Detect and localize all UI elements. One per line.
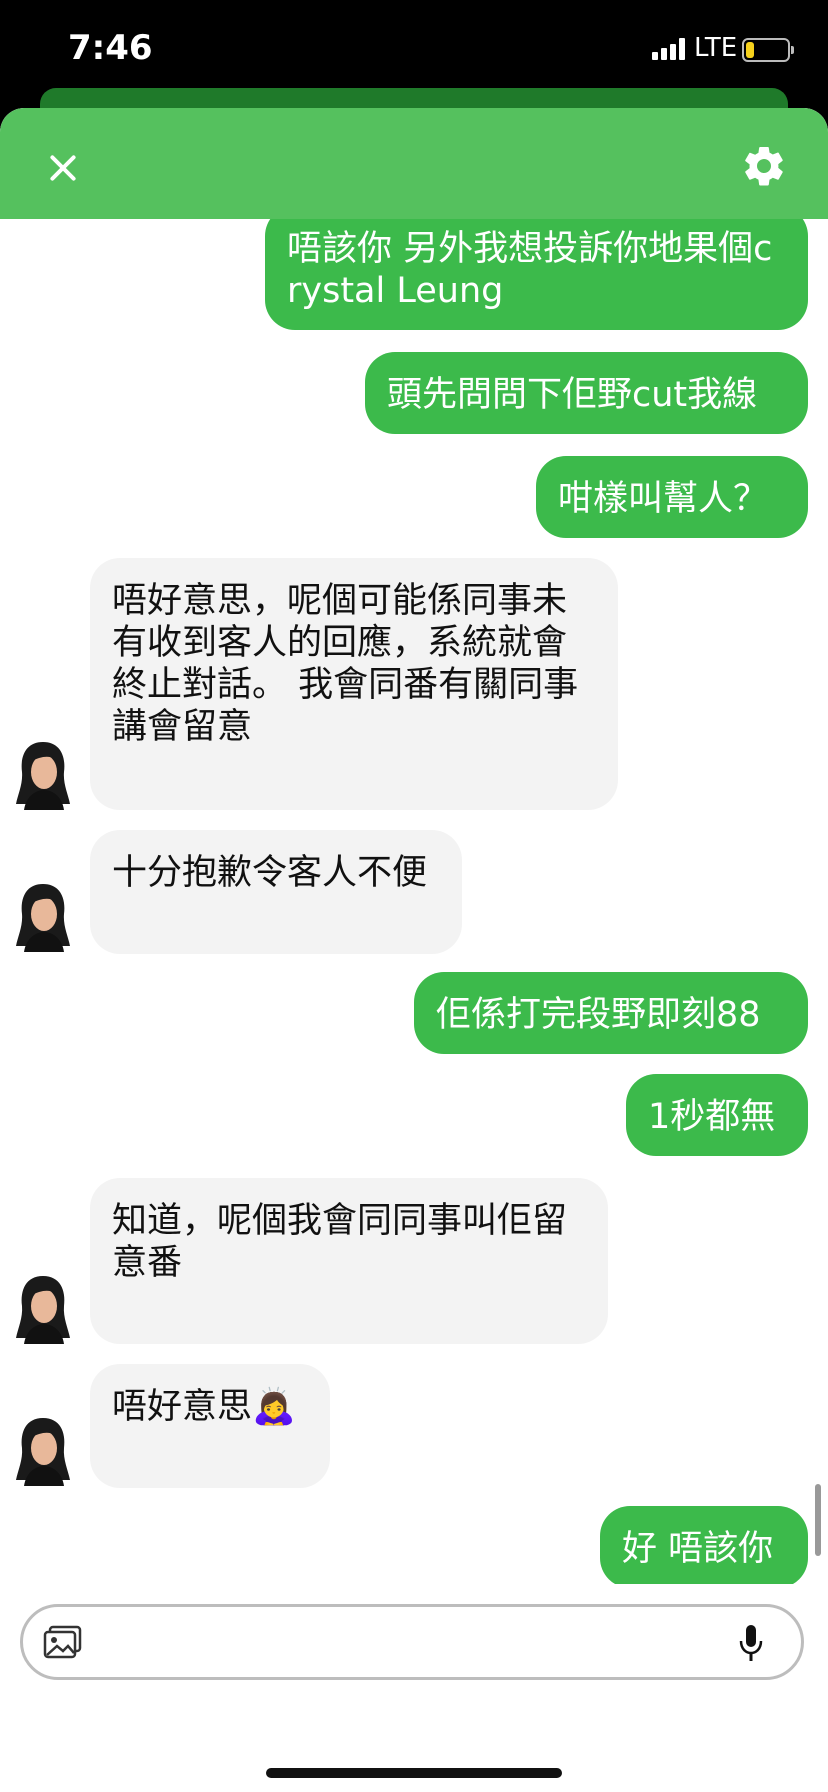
message-bubble-outgoing: 頭先問問下佢野cut我線 xyxy=(365,352,808,434)
signal-icon xyxy=(652,38,688,60)
close-icon[interactable] xyxy=(40,144,88,192)
photo-icon[interactable] xyxy=(43,1625,83,1659)
agent-avatar xyxy=(16,884,70,952)
message-composer[interactable] xyxy=(20,1604,804,1680)
message-input[interactable] xyxy=(103,1615,727,1671)
battery-level xyxy=(746,42,754,58)
network-type: LTE xyxy=(694,33,738,63)
message-bubble-incoming: 唔好意思，呢個可能係同事未有收到客人的回應，系統就會終止對話。 我會同番有關同事… xyxy=(90,558,618,810)
message-bubble-outgoing: 好 唔該你 xyxy=(600,1506,808,1584)
chat-screen: 唔該你 另外我想投訴你地果個crystal Leung 頭先問問下佢野cut我線… xyxy=(0,108,828,1792)
scrollbar[interactable] xyxy=(815,1484,821,1556)
message-bubble-incoming: 唔好意思🙇‍♀️ xyxy=(90,1364,330,1488)
microphone-icon[interactable] xyxy=(737,1623,765,1663)
message-bubble-outgoing: 佢係打完段野即刻88 xyxy=(414,972,808,1054)
agent-avatar xyxy=(16,742,70,810)
home-indicator[interactable] xyxy=(266,1768,562,1778)
message-bubble-outgoing: 唔該你 另外我想投訴你地果個crystal Leung xyxy=(265,206,808,330)
status-time: 7:46 xyxy=(68,28,153,68)
message-bubble-incoming: 十分抱歉令客人不便 xyxy=(90,830,462,954)
message-list[interactable]: 唔該你 另外我想投訴你地果個crystal Leung 頭先問問下佢野cut我線… xyxy=(0,108,828,1584)
message-bubble-outgoing: 1秒都無 xyxy=(626,1074,808,1156)
chat-header xyxy=(0,108,828,219)
gear-icon[interactable] xyxy=(740,142,788,190)
battery-icon xyxy=(742,38,794,62)
agent-avatar xyxy=(16,1418,70,1486)
message-bubble-incoming: 知道，呢個我會同同事叫佢留意番 xyxy=(90,1178,608,1344)
message-bubble-outgoing: 咁樣叫幫人？ xyxy=(536,456,808,538)
agent-avatar xyxy=(16,1276,70,1344)
